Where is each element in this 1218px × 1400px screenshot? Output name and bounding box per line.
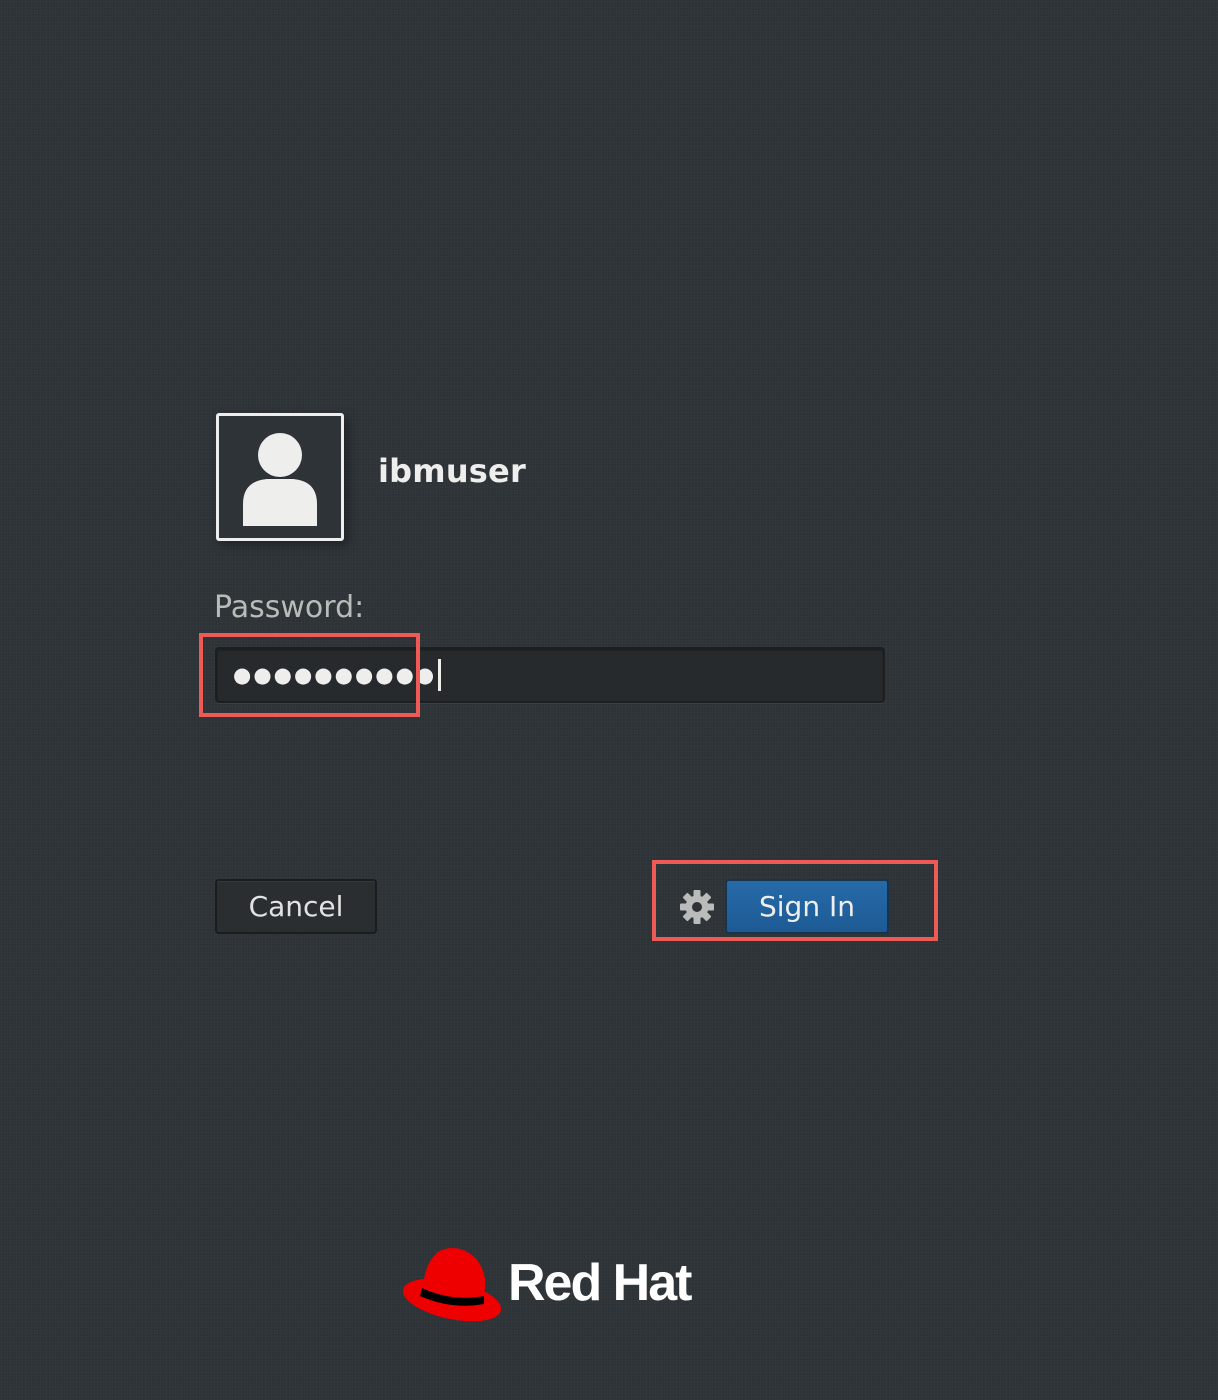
username-label: ibmuser	[378, 452, 526, 490]
text-cursor	[438, 659, 442, 691]
red-hat-wordmark: Red Hat	[508, 1254, 692, 1312]
sign-in-button[interactable]: Sign In	[725, 879, 889, 934]
red-hat-logo: Red Hat	[400, 1244, 720, 1328]
password-input[interactable]: ●●●●●●●●●●	[215, 647, 885, 703]
user-silhouette-icon	[243, 433, 317, 526]
red-hat-fedora-icon	[402, 1248, 502, 1322]
user-avatar[interactable]	[216, 413, 344, 541]
password-label: Password:	[214, 590, 365, 625]
gear-icon[interactable]	[679, 889, 715, 925]
password-masked-value: ●●●●●●●●●●	[233, 662, 437, 687]
cancel-button[interactable]: Cancel	[215, 879, 377, 934]
